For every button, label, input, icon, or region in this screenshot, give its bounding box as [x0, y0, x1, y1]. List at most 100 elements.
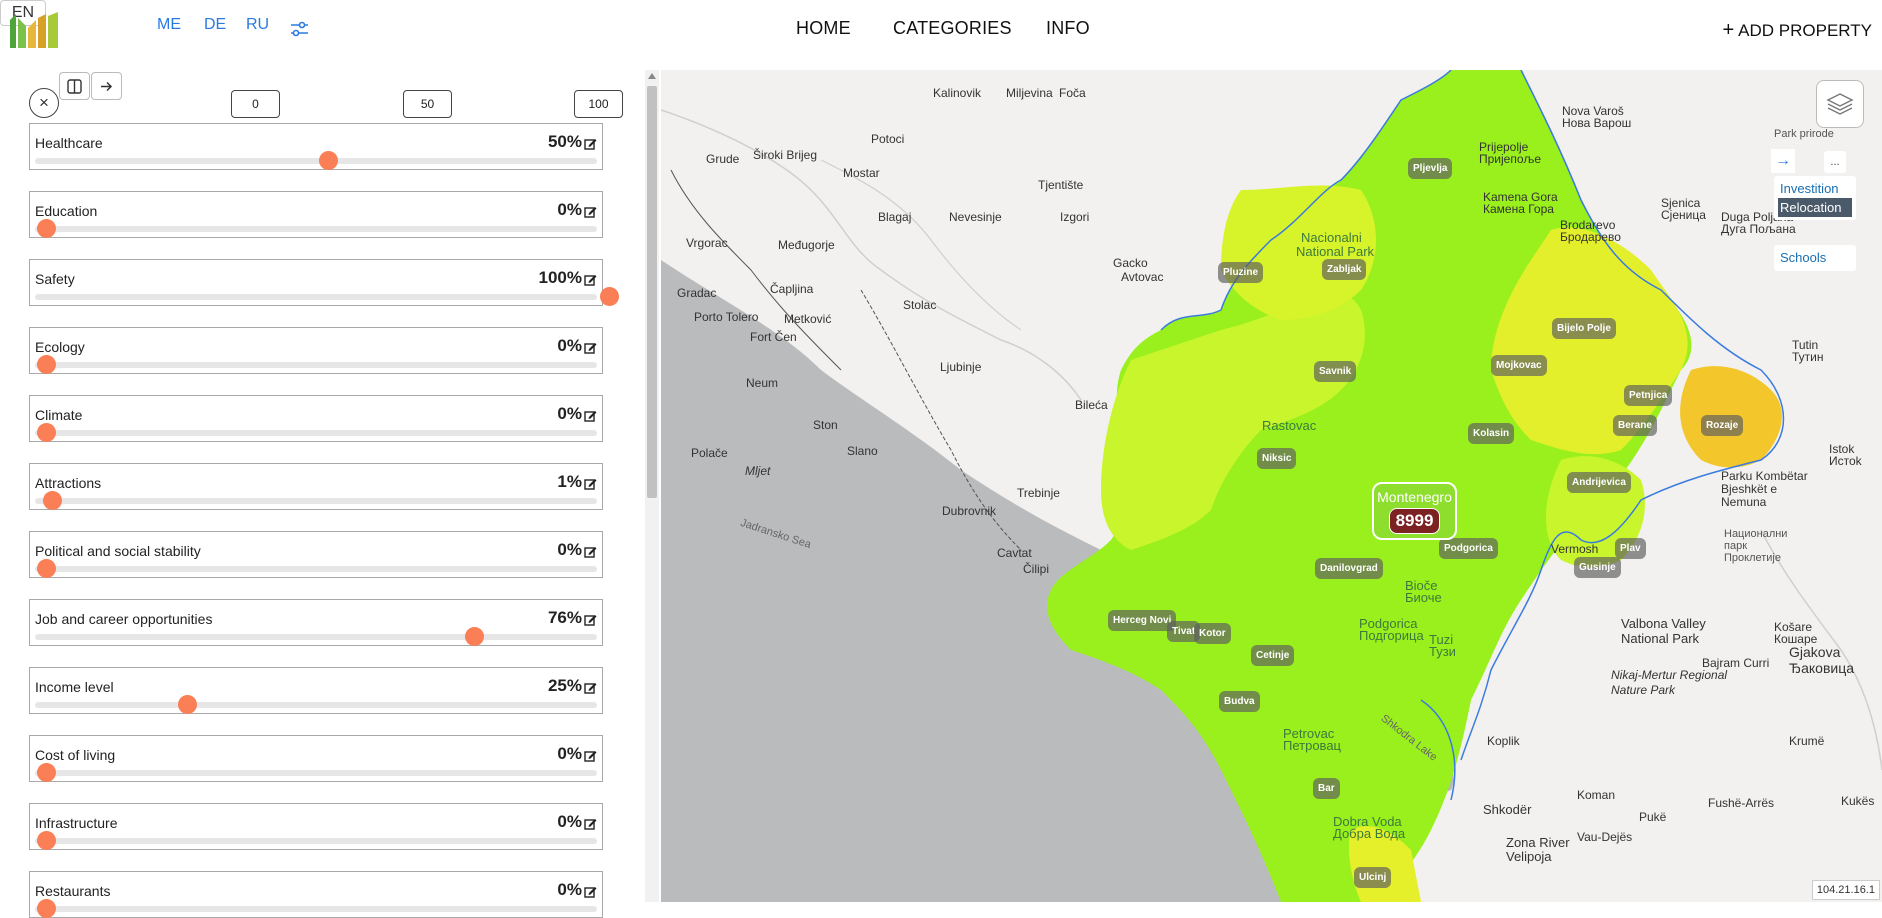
criterion-slider-track[interactable] [35, 566, 597, 572]
map-view[interactable]: Kalinovik Miljevina Foča Nova Varoš Нова… [661, 70, 1882, 902]
plus-icon: + [1722, 19, 1735, 41]
criterion-slider-thumb[interactable] [37, 219, 56, 238]
map-place: Bileća [1075, 398, 1108, 412]
criterion-slider-track[interactable] [35, 226, 597, 232]
more-button[interactable]: ... [1824, 151, 1846, 173]
map-place: Mostar [843, 166, 880, 180]
mode-relocation[interactable]: Relocation [1778, 198, 1852, 217]
criterion-slider-thumb[interactable] [177, 695, 197, 714]
map-place: Камена Гора [1483, 202, 1554, 216]
mode-investition[interactable]: Investition [1778, 179, 1852, 198]
edit-icon[interactable] [584, 681, 597, 694]
city-tag[interactable]: Niksic [1257, 448, 1297, 469]
city-tag[interactable]: Pljevlja [1408, 158, 1453, 179]
edit-icon[interactable] [584, 749, 597, 762]
edit-icon[interactable] [584, 409, 597, 422]
map-place: Neum [746, 376, 779, 390]
city-tag[interactable]: Kotor [1194, 623, 1231, 644]
criterion-slider-thumb[interactable] [37, 831, 56, 850]
nav-home[interactable]: HOME [796, 18, 851, 39]
map-place: Foča [1059, 86, 1086, 100]
sidebar-scrollbar[interactable] [645, 70, 659, 902]
map-canvas[interactable] [661, 70, 1882, 902]
criterion-slider-track[interactable] [35, 362, 597, 368]
map-place: Национални парк Проклетије [1724, 528, 1788, 564]
edit-icon[interactable] [584, 205, 597, 218]
edit-icon[interactable] [584, 137, 597, 150]
nav-categories[interactable]: CATEGORIES [893, 18, 1012, 39]
criterion-value: 0% [557, 880, 582, 899]
lang-de-button[interactable]: DE [204, 16, 226, 34]
add-property-button[interactable]: + ADD PROPERTY [1722, 19, 1872, 42]
criterion-slider-track[interactable] [35, 498, 597, 504]
city-tag[interactable]: Danilovgrad [1315, 558, 1383, 579]
criterion-slider-thumb[interactable] [37, 763, 56, 782]
scroll-up-icon[interactable] [648, 73, 656, 79]
edit-icon[interactable] [584, 273, 597, 286]
arrow-right-button[interactable]: → [1771, 149, 1795, 173]
edit-icon[interactable] [584, 341, 597, 354]
nav-info[interactable]: INFO [1046, 18, 1090, 39]
map-place: Fushë-Arrës [1708, 796, 1775, 810]
city-tag[interactable]: Bijelo Polje [1552, 318, 1616, 339]
criterion-slider-track[interactable] [35, 702, 597, 708]
criterion-slider-thumb[interactable] [37, 423, 56, 442]
map-place: Trebinje [1017, 486, 1060, 500]
scrollbar-thumb[interactable] [647, 86, 657, 498]
map-place: Shkodër [1483, 802, 1532, 817]
criterion-slider-thumb[interactable] [464, 627, 484, 646]
city-tag[interactable]: Kolasin [1468, 423, 1515, 444]
city-tag[interactable]: Mojkovac [1491, 355, 1547, 376]
schools-button[interactable]: Schools [1774, 245, 1856, 271]
map-place: Тутин [1792, 350, 1824, 364]
logo-icon[interactable] [10, 12, 58, 48]
city-tag[interactable]: Plav [1615, 538, 1646, 559]
city-tag[interactable]: Petnjica [1624, 385, 1673, 406]
city-tag[interactable]: Andrijevica [1567, 472, 1631, 493]
criterion-card: Safety 100% [29, 259, 603, 306]
close-button[interactable]: × [29, 88, 59, 118]
criterion-label: Job and career opportunities [35, 611, 213, 627]
criterion-slider-track[interactable] [35, 634, 597, 640]
criterion-slider-thumb[interactable] [42, 491, 62, 510]
criterion-slider-thumb[interactable] [600, 287, 619, 306]
criterion-slider-thumb[interactable] [37, 355, 56, 374]
collapse-sidebar-button[interactable] [91, 72, 122, 100]
city-tag[interactable]: Savnik [1314, 361, 1357, 382]
city-tag[interactable]: Podgorica [1439, 538, 1498, 559]
country-count-bubble[interactable]: Montenegro 8999 [1372, 482, 1457, 540]
city-tag[interactable]: Ulcinj [1354, 867, 1392, 888]
edit-icon[interactable] [584, 477, 597, 490]
city-tag[interactable]: Bar [1313, 778, 1340, 799]
city-tag[interactable]: Gusinje [1574, 557, 1621, 578]
criterion-slider-track[interactable] [35, 906, 597, 912]
settings-sliders-icon[interactable] [290, 21, 309, 37]
map-place: Nikaj-Mertur Regional Nature Park [1611, 668, 1728, 697]
city-tag[interactable]: Zabljak [1322, 259, 1367, 280]
criterion-slider-track[interactable] [35, 838, 597, 844]
split-view-button[interactable] [59, 72, 90, 100]
criterion-slider-track[interactable] [35, 158, 597, 164]
city-tag[interactable]: Cetinje [1251, 645, 1295, 666]
city-tag[interactable]: Berane [1613, 415, 1657, 436]
edit-icon[interactable] [584, 545, 597, 558]
city-tag[interactable]: Budva [1219, 691, 1260, 712]
lang-me-button[interactable]: ME [157, 16, 181, 34]
lang-ru-button[interactable]: RU [246, 16, 269, 34]
criterion-slider-track[interactable] [35, 294, 597, 300]
criterion-slider-thumb[interactable] [37, 559, 56, 578]
criterion-slider-track[interactable] [35, 430, 597, 436]
edit-icon[interactable] [584, 885, 597, 898]
map-place: Nacionalni [1301, 230, 1362, 245]
layers-button[interactable] [1816, 80, 1864, 128]
criterion-label: Restaurants [35, 883, 111, 899]
criterion-value: 76% [547, 608, 582, 627]
criterion-slider-track[interactable] [35, 770, 597, 776]
city-tag[interactable]: Pluzine [1218, 262, 1264, 283]
city-tag[interactable]: Rozaje [1701, 415, 1744, 436]
map-place: Porto Tolero [694, 310, 759, 324]
edit-icon[interactable] [584, 613, 597, 626]
criterion-slider-thumb[interactable] [318, 151, 338, 170]
criterion-card: Healthcare 50% [29, 123, 603, 170]
edit-icon[interactable] [584, 817, 597, 830]
